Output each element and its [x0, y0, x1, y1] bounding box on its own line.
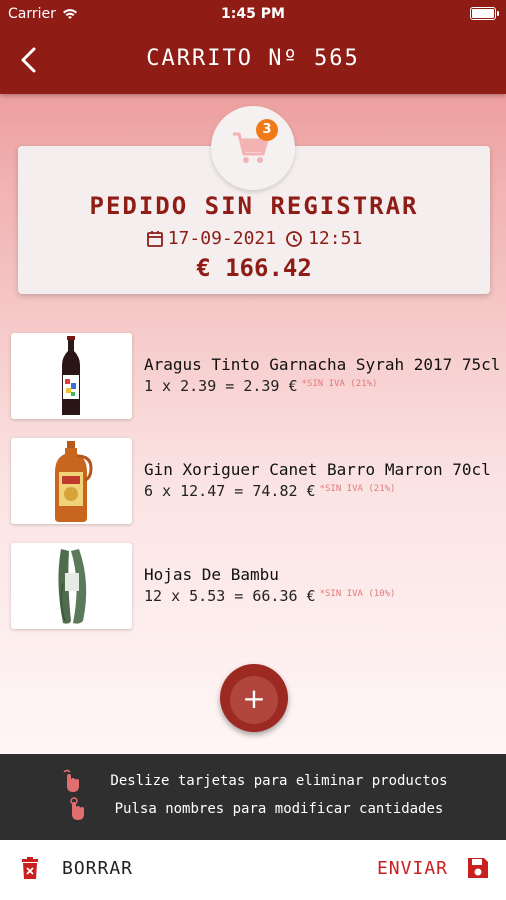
product-card[interactable]: Aragus Tinto Garnacha Syrah 2017 75cl 1 … — [0, 333, 506, 423]
trash-icon — [22, 857, 38, 879]
hint-bar: Deslize tarjetas para eliminar productos… — [0, 754, 506, 840]
hint-text: Pulsa nombres para modificar cantidades — [114, 801, 444, 817]
navigation-bar: CARRITO Nº 565 — [0, 28, 506, 94]
bottom-action-bar: BORRAR ENVIAR — [0, 840, 506, 900]
swipe-gesture-icon — [63, 769, 80, 792]
product-name[interactable]: Hojas De Bambu — [144, 565, 279, 584]
order-date: 17-09-2021 — [167, 228, 277, 249]
product-quantity: 1 x 2.39 = 2.39 € *SIN IVA (21%) — [144, 377, 377, 395]
product-tax-note: *SIN IVA (21%) — [319, 484, 396, 494]
hint-row: Deslize tarjetas para eliminar productos — [0, 768, 506, 794]
product-tax-note: *SIN IVA (21%) — [301, 379, 378, 389]
product-image — [11, 438, 132, 524]
battery-icon — [470, 7, 499, 20]
gin-jug-image — [55, 441, 93, 522]
product-quantity-line: 12 x 5.53 = 66.36 € — [144, 587, 316, 605]
product-quantity: 6 x 12.47 = 74.82 € *SIN IVA (21%) — [144, 482, 395, 500]
product-image — [11, 543, 132, 629]
tap-gesture-icon — [69, 797, 84, 820]
calendar-icon — [146, 230, 163, 247]
product-quantity: 12 x 5.53 = 66.36 € *SIN IVA (10%) — [144, 587, 395, 605]
product-tax-note: *SIN IVA (10%) — [319, 589, 396, 599]
page-title: CARRITO Nº 565 — [146, 46, 360, 71]
order-status: PEDIDO SIN REGISTRAR — [89, 192, 419, 220]
send-button[interactable]: ENVIAR — [377, 856, 490, 880]
cart-button[interactable] — [211, 106, 295, 190]
wine-bottle-image — [62, 336, 80, 415]
order-total: € 166.42 — [196, 254, 312, 282]
product-quantity-line: 1 x 2.39 = 2.39 € — [144, 377, 298, 395]
product-card[interactable]: Hojas De Bambu 12 x 5.53 = 66.36 € *SIN I… — [0, 543, 506, 633]
plus-icon: + — [230, 676, 278, 724]
product-quantity-line: 6 x 12.47 = 74.82 € — [144, 482, 316, 500]
save-icon — [468, 858, 488, 878]
bamboo-leaves-image — [58, 549, 87, 624]
product-card[interactable]: Gin Xoriguer Canet Barro Marron 70cl 6 x… — [0, 438, 506, 528]
clock: 1:45 PM — [221, 6, 285, 22]
delete-label: BORRAR — [62, 857, 134, 879]
delete-button[interactable]: BORRAR — [20, 856, 133, 880]
hint-row: Pulsa nombres para modificar cantidades — [0, 796, 506, 822]
order-meta: 17-09-2021 12:51 — [18, 228, 490, 249]
status-bar: Carrier 1:45 PM — [0, 0, 506, 28]
product-name[interactable]: Gin Xoriguer Canet Barro Marron 70cl — [144, 460, 491, 479]
cart-count-badge: 3 — [256, 119, 278, 141]
product-name[interactable]: Aragus Tinto Garnacha Syrah 2017 75cl — [144, 355, 500, 374]
send-label: ENVIAR — [376, 857, 448, 879]
product-image — [11, 333, 132, 419]
hint-text: Deslize tarjetas para eliminar productos — [110, 773, 448, 789]
clock-icon — [286, 230, 302, 247]
add-product-button[interactable]: + — [220, 664, 288, 732]
order-time: 12:51 — [308, 228, 363, 249]
